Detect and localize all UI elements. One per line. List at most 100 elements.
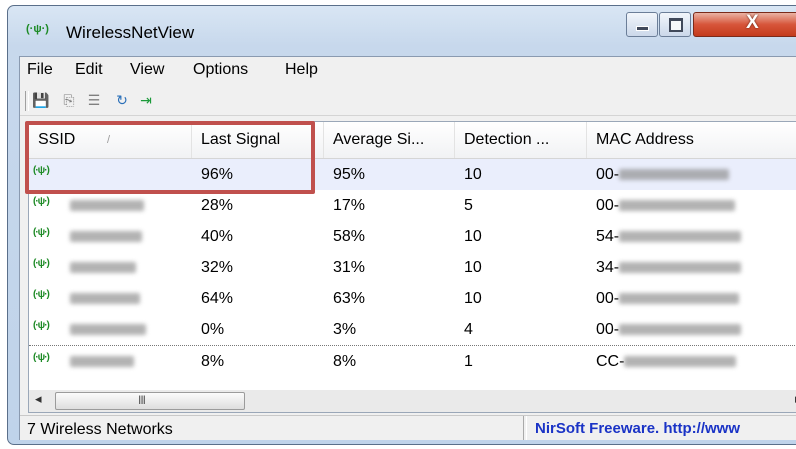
cell-mac-address: 00- — [587, 159, 730, 190]
cell-last-signal: 96% — [201, 166, 234, 183]
cell-mac-address: 00- — [587, 283, 740, 314]
cell-ssid — [61, 252, 136, 283]
redacted-ssid — [70, 231, 142, 243]
cell-detection: 10 — [464, 259, 482, 276]
wifi-icon: (·ψ·) — [33, 289, 50, 300]
horizontal-scrollbar[interactable]: ◂ III ▸ — [28, 390, 796, 413]
cell-last-signal: 0% — [201, 321, 225, 338]
table-row[interactable]: (·ψ·) 8% 8% 1 CC- — [29, 346, 796, 377]
cell-average-signal: 3% — [333, 321, 357, 338]
table-row[interactable]: (·ψ·) 64% 63% 10 00- — [29, 283, 796, 314]
column-detection[interactable]: Detection ... — [455, 122, 587, 158]
cell-mac-address: 00- — [587, 314, 742, 345]
scroll-left-icon[interactable]: ◂ — [35, 391, 42, 407]
networks-list[interactable]: SSID / Last Signal Average Si... Detecti… — [28, 121, 796, 392]
cell-ssid — [61, 346, 134, 377]
maximize-icon — [669, 18, 683, 32]
menu-help[interactable]: Help — [285, 61, 318, 79]
nirsoft-link[interactable]: NirSoft Freeware. http://www — [535, 420, 740, 437]
wifi-icon: (·ψ·) — [33, 227, 50, 238]
grip-icon: III — [138, 393, 146, 407]
wifi-icon: (·ψ·) — [33, 352, 50, 363]
cell-ssid — [61, 221, 142, 252]
close-button[interactable]: X — [693, 12, 796, 37]
client-area: File Edit View Options Help 💾 ⎘ ☰ ↻ ⇥ SS… — [19, 56, 796, 440]
exit-icon[interactable]: ⇥ — [137, 91, 155, 109]
cell-last-signal: 8% — [201, 353, 225, 370]
redacted-mac — [619, 324, 742, 336]
cell-ssid — [61, 190, 144, 221]
redacted-ssid — [70, 324, 146, 336]
scroll-thumb[interactable]: III — [55, 392, 245, 410]
table-row[interactable]: (·ψ·) 32% 31% 10 34- — [29, 252, 796, 283]
title-bar[interactable]: (·ψ·) WirelessNetView X — [8, 6, 796, 51]
wifi-app-icon: (·ψ·) — [26, 23, 49, 35]
cell-mac-address: 54- — [587, 221, 742, 252]
close-icon: X — [746, 12, 759, 33]
cell-mac-address: 34- — [587, 252, 742, 283]
toolbar-separator — [25, 91, 29, 111]
redacted-ssid — [70, 293, 140, 305]
minimize-icon — [636, 26, 649, 31]
refresh-icon[interactable]: ↻ — [113, 91, 131, 109]
wifi-icon: (·ψ·) — [33, 196, 50, 207]
toolbar: 💾 ⎘ ☰ ↻ ⇥ — [20, 85, 796, 116]
cell-average-signal: 31% — [333, 259, 366, 276]
column-ssid[interactable]: SSID / — [29, 122, 192, 158]
maximize-button[interactable] — [659, 12, 691, 37]
column-average-signal[interactable]: Average Si... — [324, 122, 455, 158]
redacted-ssid — [70, 200, 144, 212]
cell-detection: 10 — [464, 228, 482, 245]
redacted-mac — [624, 356, 737, 368]
network-count: 7 Wireless Networks — [27, 421, 173, 438]
copy-icon[interactable]: ⎘ — [60, 91, 78, 109]
cell-average-signal: 63% — [333, 290, 366, 307]
cell-detection: 10 — [464, 166, 482, 183]
cell-last-signal: 64% — [201, 290, 234, 307]
cell-average-signal: 95% — [333, 166, 366, 183]
cell-detection: 5 — [464, 197, 473, 214]
menu-view[interactable]: View — [130, 61, 164, 79]
cell-average-signal: 8% — [333, 353, 357, 370]
column-mac-address[interactable]: MAC Address — [587, 122, 796, 158]
status-bar: 7 Wireless Networks NirSoft Freeware. ht… — [20, 415, 796, 440]
cell-detection: 1 — [464, 353, 473, 370]
cell-last-signal: 32% — [201, 259, 234, 276]
status-divider — [523, 416, 527, 440]
table-row[interactable]: (·ψ·) 0% 3% 4 00- — [29, 314, 796, 346]
app-window: (·ψ·) WirelessNetView X File Edit View O… — [7, 5, 796, 445]
menu-edit[interactable]: Edit — [75, 61, 103, 79]
cell-last-signal: 40% — [201, 228, 234, 245]
redacted-ssid — [70, 356, 134, 368]
menu-options[interactable]: Options — [193, 61, 248, 79]
column-ssid-label: SSID — [38, 131, 76, 148]
cell-last-signal: 28% — [201, 197, 234, 214]
cell-average-signal: 17% — [333, 197, 366, 214]
cell-detection: 4 — [464, 321, 473, 338]
properties-icon[interactable]: ☰ — [85, 91, 103, 109]
cell-detection: 10 — [464, 290, 482, 307]
wifi-icon: (·ψ·) — [33, 258, 50, 269]
sort-ascending-icon: / — [107, 134, 111, 146]
redacted-mac — [619, 231, 742, 243]
cell-ssid — [61, 283, 140, 314]
window-title: WirelessNetView — [66, 23, 195, 42]
redacted-ssid — [70, 262, 136, 274]
list-header: SSID / Last Signal Average Si... Detecti… — [29, 122, 796, 159]
table-row[interactable]: (·ψ·) 28% 17% 5 00- — [29, 190, 796, 221]
cell-mac-address: 00- — [587, 190, 736, 221]
redacted-mac — [619, 169, 730, 181]
column-last-signal[interactable]: Last Signal — [192, 122, 324, 158]
cell-ssid — [61, 314, 146, 345]
wifi-icon: (·ψ·) — [33, 320, 50, 331]
table-row[interactable]: (·ψ·) 40% 58% 10 54- — [29, 221, 796, 252]
redacted-mac — [619, 200, 736, 212]
minimize-button[interactable] — [626, 12, 658, 37]
wifi-icon: (·ψ·) — [33, 165, 50, 176]
cell-mac-address: CC- — [587, 346, 737, 377]
menu-bar: File Edit View Options Help — [20, 57, 796, 83]
save-icon[interactable]: 💾 — [32, 91, 50, 109]
redacted-mac — [619, 262, 742, 274]
menu-file[interactable]: File — [27, 61, 53, 79]
table-row[interactable]: (·ψ·) 96% 95% 10 00- — [29, 159, 796, 190]
